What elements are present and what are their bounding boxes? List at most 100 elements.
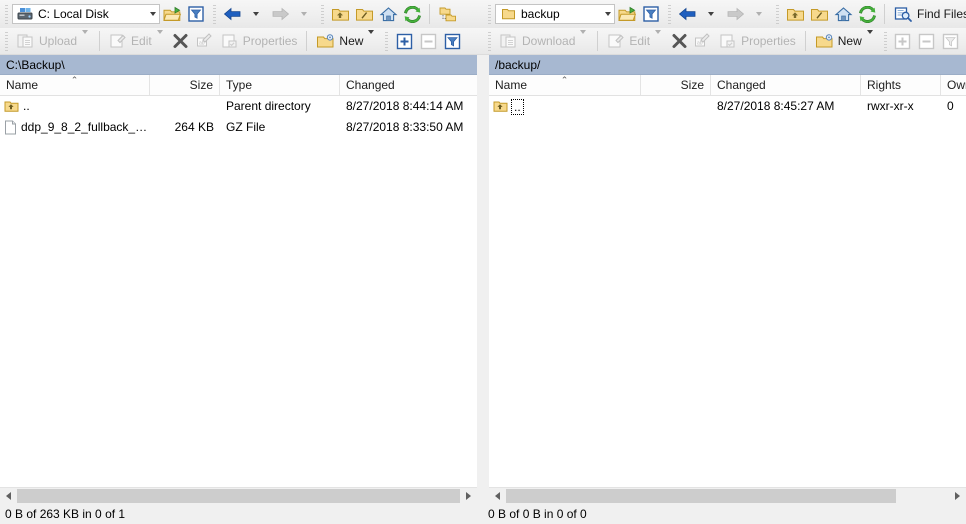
file-name-cell[interactable]: ddp_9_8_2_fullback_2... [0,117,150,138]
remote-horizontal-scrollbar[interactable] [489,487,966,504]
column-header-type[interactable]: Type [220,75,340,95]
minus-box-icon [918,33,935,50]
file-name-cell[interactable]: .. [0,96,150,117]
root-directory-button[interactable] [352,2,376,26]
remote-file-list[interactable]: .. 8/27/2018 8:45:27 AM rwxr-xr-x 0 [489,96,966,487]
file-panels: C:\Backup\ Name ⌃ Size Type Changed .. P… [0,55,966,504]
back-dropdown-button[interactable] [244,2,268,26]
file-size-cell [150,96,220,117]
root-directory-button[interactable] [807,2,831,26]
rename-button: ab [691,29,715,53]
sort-ascending-icon: ⌃ [560,75,569,85]
toolbar-grip-2[interactable] [383,31,391,51]
funnel-box-icon [942,33,959,50]
scroll-track[interactable] [506,488,949,504]
file-name-text: ddp_9_8_2_fullback_2... [21,120,150,134]
scroll-thumb[interactable] [506,489,896,503]
toolbar-row-actions: Upload Edit ab Properties New Download E… [0,28,966,55]
home-directory-button[interactable] [376,2,400,26]
refresh-button[interactable] [855,2,879,26]
parent-directory-button[interactable] [783,2,807,26]
file-size-cell [641,96,711,117]
toolbar-grip-2[interactable] [881,31,889,51]
remote-path-bar[interactable]: /backup/ [489,55,966,75]
column-header-rights[interactable]: Rights [861,75,941,95]
refresh-button[interactable] [400,2,424,26]
find-files-label: Find Files [917,7,966,21]
plus-box-icon [894,33,911,50]
file-rights-cell: rwxr-xr-x [867,99,914,113]
column-header-owner[interactable]: Owr [941,75,966,95]
scroll-thumb[interactable] [17,489,460,503]
scroll-left-button[interactable] [0,488,17,504]
home-directory-button[interactable] [831,2,855,26]
toolbar-grip[interactable] [3,4,10,24]
toolbar-grip-3[interactable] [774,4,781,24]
folder-up-icon [331,6,350,23]
back-button[interactable] [220,2,244,26]
column-header-size[interactable]: Size [641,75,711,95]
delete-button[interactable] [667,29,691,53]
directory-tree-button[interactable] [435,2,459,26]
remote-file-panel: /backup/ Name ⌃ Size Changed Rights Owr [489,55,966,504]
column-header-rights-label: Rights [867,78,902,92]
local-status-bar: 0 B of 263 KB in 0 of 1 [0,504,483,524]
toolbar-grip-2[interactable] [211,4,218,24]
toolbar-grip-2[interactable] [666,4,673,24]
local-drive-combo[interactable]: C: Local Disk [12,4,160,24]
forward-arrow-icon [271,7,290,21]
funnel-box-icon [444,33,461,50]
table-row[interactable]: .. 8/27/2018 8:45:27 AM rwxr-xr-x 0 [489,96,966,117]
back-button[interactable] [675,2,699,26]
properties-button: Properties [715,29,800,53]
open-directory-button[interactable] [615,2,639,26]
scroll-right-button[interactable] [949,488,966,504]
delete-button[interactable] [169,29,193,53]
column-header-size[interactable]: Size [150,75,220,95]
remote-directory-combo[interactable]: backup [495,4,615,24]
local-file-list[interactable]: .. Parent directory 8/27/2018 8:44:14 AM [0,96,477,487]
chevron-down-icon[interactable] [146,5,159,23]
new-button[interactable]: New [312,29,380,53]
local-disk-icon [16,6,34,22]
properties-icon [719,33,737,49]
local-path-text: C:\Backup\ [6,57,65,72]
panel-splitter[interactable] [477,55,489,504]
toolbar-grip[interactable] [486,31,493,51]
toolbar-grip[interactable] [3,31,10,51]
column-header-name[interactable]: Name ⌃ [489,75,641,95]
column-header-name[interactable]: Name ⌃ [0,75,150,95]
download-label: Download [522,34,576,48]
find-files-button[interactable]: Find Files [890,2,966,26]
new-button[interactable]: New [811,29,879,53]
parent-directory-button[interactable] [328,2,352,26]
back-dropdown-button[interactable] [699,2,723,26]
local-horizontal-scrollbar[interactable] [0,487,477,504]
table-row[interactable]: .. Parent directory 8/27/2018 8:44:14 AM [0,96,477,117]
upload-label: Upload [39,34,78,48]
rename-button: ab [193,29,217,53]
column-header-changed[interactable]: Changed [711,75,861,95]
folder-root-icon [810,6,829,23]
column-header-changed-label: Changed [346,78,395,92]
table-row[interactable]: ddp_9_8_2_fullback_2... 264 KB GZ File 8… [0,117,477,138]
chevron-down-icon[interactable] [601,5,614,23]
scroll-track[interactable] [17,488,460,504]
toolbar-grip[interactable] [486,4,493,24]
select-add-button[interactable] [392,29,416,53]
column-header-name-label: Name [495,78,528,92]
filter-button[interactable] [639,2,663,26]
filter-button[interactable] [184,2,208,26]
forward-arrow-icon [726,7,745,21]
scroll-right-button[interactable] [460,488,477,504]
local-path-bar[interactable]: C:\Backup\ [0,55,477,75]
toolbar-grip-3[interactable] [319,4,326,24]
forward-button [723,2,747,26]
rename-icon: ab [694,33,712,49]
open-directory-button[interactable] [160,2,184,26]
file-name-cell[interactable]: .. [489,96,641,117]
scroll-left-button[interactable] [489,488,506,504]
toolbar-row-navigation: C: Local Disk backup Find Files [0,0,966,28]
column-header-changed[interactable]: Changed [340,75,477,95]
selection-filter-button[interactable] [440,29,464,53]
